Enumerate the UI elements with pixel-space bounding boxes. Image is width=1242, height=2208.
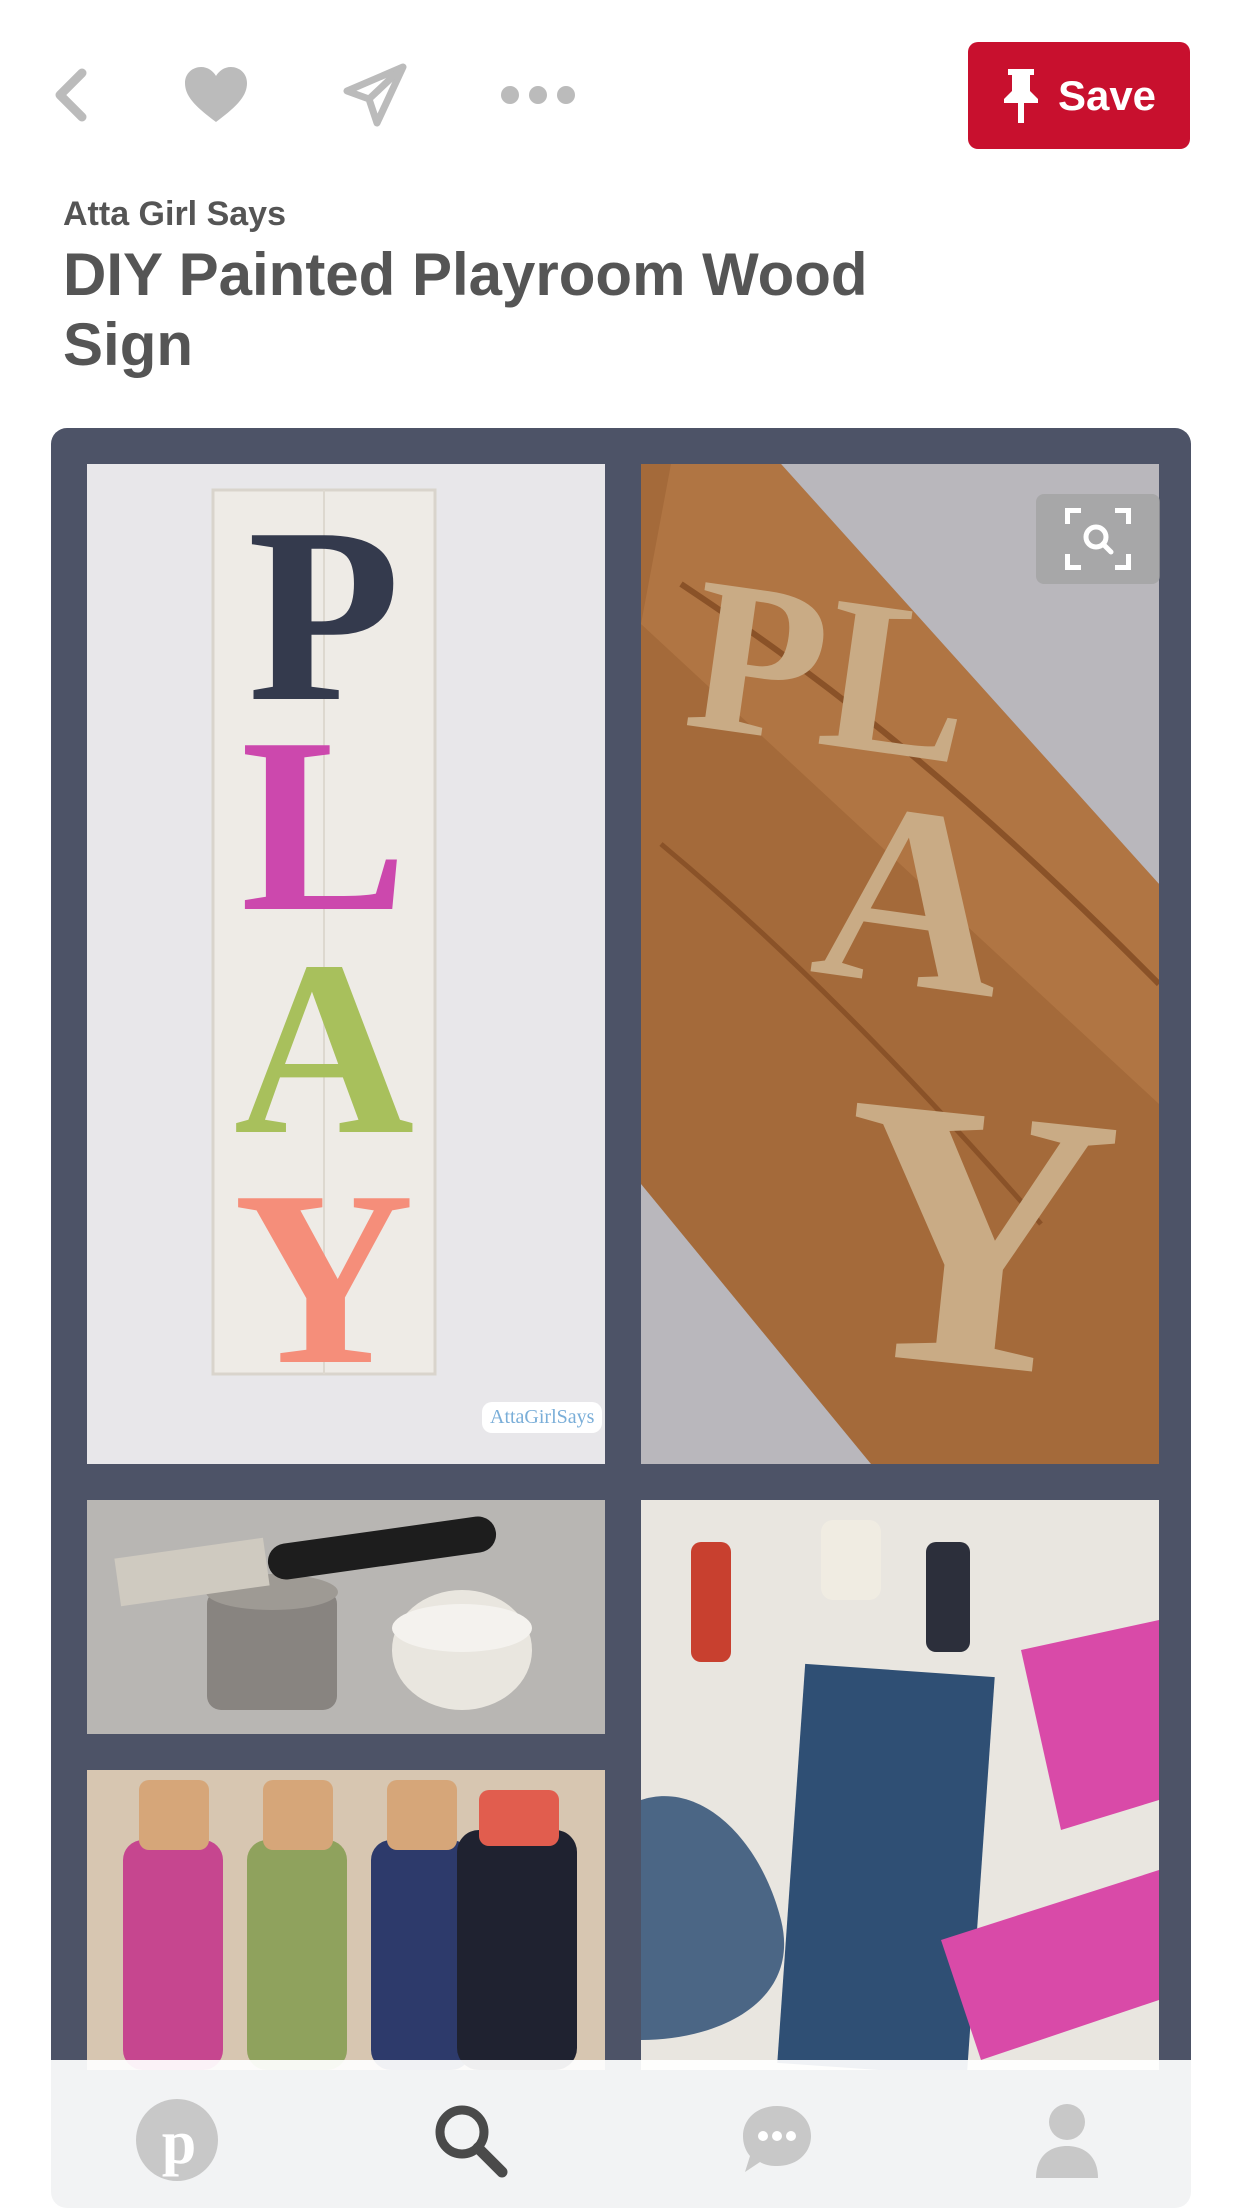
- chat-bubble-icon: [743, 2106, 811, 2172]
- wood-board-photo: PL A Y: [641, 464, 1159, 1464]
- brush-illustration: [114, 1516, 532, 1710]
- save-label: Save: [1057, 71, 1157, 119]
- svg-text:p: p: [162, 2109, 196, 2177]
- svg-text:Y: Y: [816, 1014, 1133, 1461]
- pinterest-logo-icon: p: [136, 2099, 218, 2181]
- wood-board-illustration: PL A Y: [641, 464, 1159, 1464]
- top-toolbar: Save: [0, 0, 1242, 190]
- save-button[interactable]: Save: [968, 42, 1190, 149]
- svg-text:A: A: [800, 742, 1026, 1053]
- heart-icon: [185, 67, 247, 122]
- brush-photo: [87, 1500, 605, 1734]
- painting-letters-illustration: [641, 1520, 1159, 2070]
- send-button[interactable]: [340, 55, 410, 135]
- pushpin-icon: [1003, 68, 1038, 123]
- svg-text:Y: Y: [234, 1140, 415, 1417]
- search-icon: [435, 2105, 508, 2178]
- painted-sign-illustration: P L A Y: [211, 477, 437, 1417]
- nav-messages[interactable]: [727, 2090, 827, 2190]
- paint-bottles-illustration: [123, 1780, 577, 2070]
- visual-search-icon: [1065, 508, 1131, 570]
- nav-search[interactable]: [420, 2090, 520, 2190]
- back-button[interactable]: [40, 55, 100, 135]
- more-dots-icon: [501, 86, 575, 104]
- nav-profile[interactable]: [1017, 2090, 1117, 2190]
- visual-search-button[interactable]: [1036, 494, 1160, 584]
- bottom-nav: p: [0, 2060, 1242, 2208]
- pin-source[interactable]: Atta Girl Says: [63, 195, 286, 234]
- like-button[interactable]: [180, 55, 252, 135]
- watermark: AttaGirlSays: [482, 1402, 603, 1433]
- pin-title: DIY Painted Playroom Wood Sign: [63, 241, 868, 378]
- nav-home[interactable]: p: [127, 2090, 227, 2190]
- chevron-left-icon: [55, 68, 87, 122]
- send-icon: [343, 63, 407, 127]
- pin-image[interactable]: P L A Y AttaGirlSays PL A Y: [51, 428, 1191, 2208]
- painting-letters-photo: [641, 1500, 1159, 2070]
- profile-icon: [1036, 2104, 1098, 2178]
- paint-bottles-photo: [87, 1770, 605, 2070]
- more-button[interactable]: [496, 55, 580, 135]
- painted-sign-photo: P L A Y AttaGirlSays: [87, 464, 605, 1464]
